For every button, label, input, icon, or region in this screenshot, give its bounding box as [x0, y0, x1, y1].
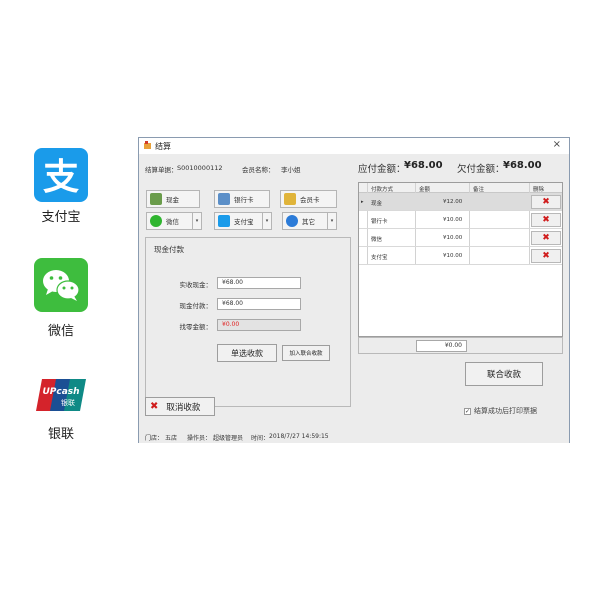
- change-amount-label: 找零金额：: [179, 323, 213, 331]
- delete-icon: ✖: [542, 233, 550, 243]
- payments-grid: 付款方式 金额 备注 删除 ▸ 现金 ¥12.00 ✖ 银行卡 ¥10.00 ✖: [358, 182, 563, 337]
- received-cash-input[interactable]: ¥68.00: [217, 277, 301, 289]
- wechat-icon: [34, 258, 88, 312]
- table-row[interactable]: 银行卡 ¥10.00 ✖: [359, 211, 562, 229]
- cash-panel-title: 现金付款: [154, 245, 184, 254]
- cash-button[interactable]: 现金: [146, 190, 200, 208]
- owed-amount: ¥68.00: [503, 160, 542, 171]
- unionpay-caption: 银联: [47, 427, 74, 442]
- grid-total-bar: ¥0.00: [358, 337, 563, 354]
- single-pay-button[interactable]: 单选收款: [217, 344, 277, 362]
- row-amount: ¥12.00: [443, 199, 463, 205]
- wechat-pay-button[interactable]: 微信 ▾: [146, 212, 202, 230]
- delete-row-button[interactable]: ✖: [531, 213, 561, 227]
- alipay-pay-button-label: 支付宝: [234, 218, 254, 226]
- member-card-button-label: 会员卡: [300, 196, 320, 204]
- row-method: 现金: [371, 201, 383, 207]
- col-method: 付款方式: [371, 187, 394, 193]
- cash-payment-label: 现金付款：: [179, 302, 213, 310]
- print-receipt-label: 结算成功后打印票据: [474, 407, 537, 415]
- table-row[interactable]: ▸ 现金 ¥12.00 ✖: [359, 193, 562, 211]
- other-dropdown-arrow[interactable]: ▾: [327, 213, 336, 229]
- delete-icon: ✖: [542, 251, 550, 261]
- alipay-icon: 支: [34, 148, 88, 202]
- bill-no-label: 结算单据：: [145, 166, 178, 174]
- delete-icon: ✖: [542, 215, 550, 225]
- store-value: 五店: [165, 435, 178, 442]
- other-pay-icon: [286, 215, 298, 227]
- due-label: 应付金额：: [358, 164, 406, 175]
- col-amount: 金额: [419, 187, 431, 193]
- checkout-window: 结算 × 结算单据： S0010000112 会员名称： 李小姐 应付金额： ¥…: [138, 137, 570, 443]
- owed-amount-wrap: ¥68.00: [503, 160, 542, 171]
- time-value: 2018/7/27 14:59:15: [269, 433, 329, 440]
- row-amount: ¥10.00: [443, 253, 463, 259]
- alipay-small-icon: [218, 215, 230, 227]
- owed-label: 欠付金额：: [457, 164, 505, 175]
- time-label: 时间：: [251, 435, 270, 442]
- store-label: 门店：: [145, 435, 164, 442]
- cancel-pay-label: 取消收款: [166, 402, 201, 413]
- row-method: 银行卡: [371, 219, 388, 225]
- status-bar: 门店： 五店 操作员： 超级管理员 时间： 2018/7/27 14:59:15: [139, 432, 569, 444]
- bank-card-icon: [218, 193, 230, 205]
- svg-text:UPcash: UPcash: [42, 387, 79, 397]
- received-cash-label: 实收现金：: [179, 281, 213, 289]
- wechat-caption: 微信: [47, 324, 74, 339]
- cash-button-label: 现金: [166, 196, 179, 204]
- wechat-small-icon: [150, 215, 162, 227]
- due-amount: ¥68.00: [404, 160, 443, 171]
- col-delete: 删除: [533, 187, 545, 193]
- other-pay-button-label: 其它: [302, 218, 315, 226]
- grid-header: 付款方式 金额 备注 删除: [359, 183, 562, 193]
- cancel-pay-button[interactable]: ✖ 取消收款: [145, 397, 215, 416]
- cash-payment-panel: 现金付款 实收现金： ¥68.00 现金付款： ¥68.00 找零金额： ¥0.…: [145, 237, 351, 407]
- col-note: 备注: [473, 187, 485, 193]
- delete-row-button[interactable]: ✖: [531, 249, 561, 263]
- combined-pay-button[interactable]: 联合收款: [465, 362, 543, 386]
- unionpay-icon: UPcash 银联: [34, 377, 88, 413]
- bank-card-button-label: 银行卡: [234, 196, 254, 204]
- grid-total-field: ¥0.00: [416, 340, 467, 352]
- bill-no-value: S0010000112: [177, 164, 223, 172]
- table-row[interactable]: 微信 ¥10.00 ✖: [359, 229, 562, 247]
- wechat-pay-button-label: 微信: [166, 218, 179, 226]
- table-row[interactable]: 支付宝 ¥10.00 ✖: [359, 247, 562, 265]
- checkbox-box[interactable]: ✓: [464, 407, 471, 415]
- cash-icon: [150, 193, 162, 205]
- row-marker: ▸: [361, 199, 364, 205]
- window-client-area: 结算单据： S0010000112 会员名称： 李小姐 应付金额： ¥68.00…: [139, 154, 569, 443]
- wechat-dropdown-arrow[interactable]: ▾: [192, 213, 201, 229]
- svg-text:支: 支: [43, 157, 79, 198]
- add-combined-pay-button[interactable]: 加入联合收款: [282, 345, 330, 361]
- other-pay-button[interactable]: 其它 ▾: [282, 212, 337, 230]
- cash-payment-input[interactable]: ¥68.00: [217, 298, 301, 310]
- alipay-pay-button[interactable]: 支付宝 ▾: [214, 212, 272, 230]
- member-value: 李小姐: [281, 166, 301, 174]
- window-title: 结算: [155, 142, 171, 151]
- checkout-app-icon: [144, 141, 151, 149]
- member-card-icon: [284, 193, 296, 205]
- print-receipt-checkbox[interactable]: ✓ 结算成功后打印票据: [464, 406, 537, 416]
- operator-value: 超级管理员: [213, 435, 244, 442]
- bank-card-button[interactable]: 银行卡: [214, 190, 270, 208]
- member-label: 会员名称：: [242, 166, 275, 174]
- change-amount-field: ¥0.00: [217, 319, 301, 331]
- svg-text:银联: 银联: [61, 398, 75, 407]
- delete-icon: ✖: [542, 197, 550, 207]
- due-amount-wrap: ¥68.00: [404, 160, 443, 171]
- delete-row-button[interactable]: ✖: [531, 231, 561, 245]
- alipay-caption: 支付宝: [41, 210, 81, 225]
- row-amount: ¥10.00: [443, 235, 463, 241]
- cancel-icon: ✖: [150, 401, 159, 412]
- row-amount: ¥10.00: [443, 217, 463, 223]
- alipay-dropdown-arrow[interactable]: ▾: [262, 213, 271, 229]
- close-button[interactable]: ×: [553, 139, 561, 150]
- row-method: 支付宝: [371, 255, 388, 261]
- delete-row-button[interactable]: ✖: [531, 195, 561, 209]
- member-card-button[interactable]: 会员卡: [280, 190, 337, 208]
- row-method: 微信: [371, 237, 383, 243]
- operator-label: 操作员：: [187, 435, 212, 442]
- title-bar: 结算 ×: [139, 138, 569, 154]
